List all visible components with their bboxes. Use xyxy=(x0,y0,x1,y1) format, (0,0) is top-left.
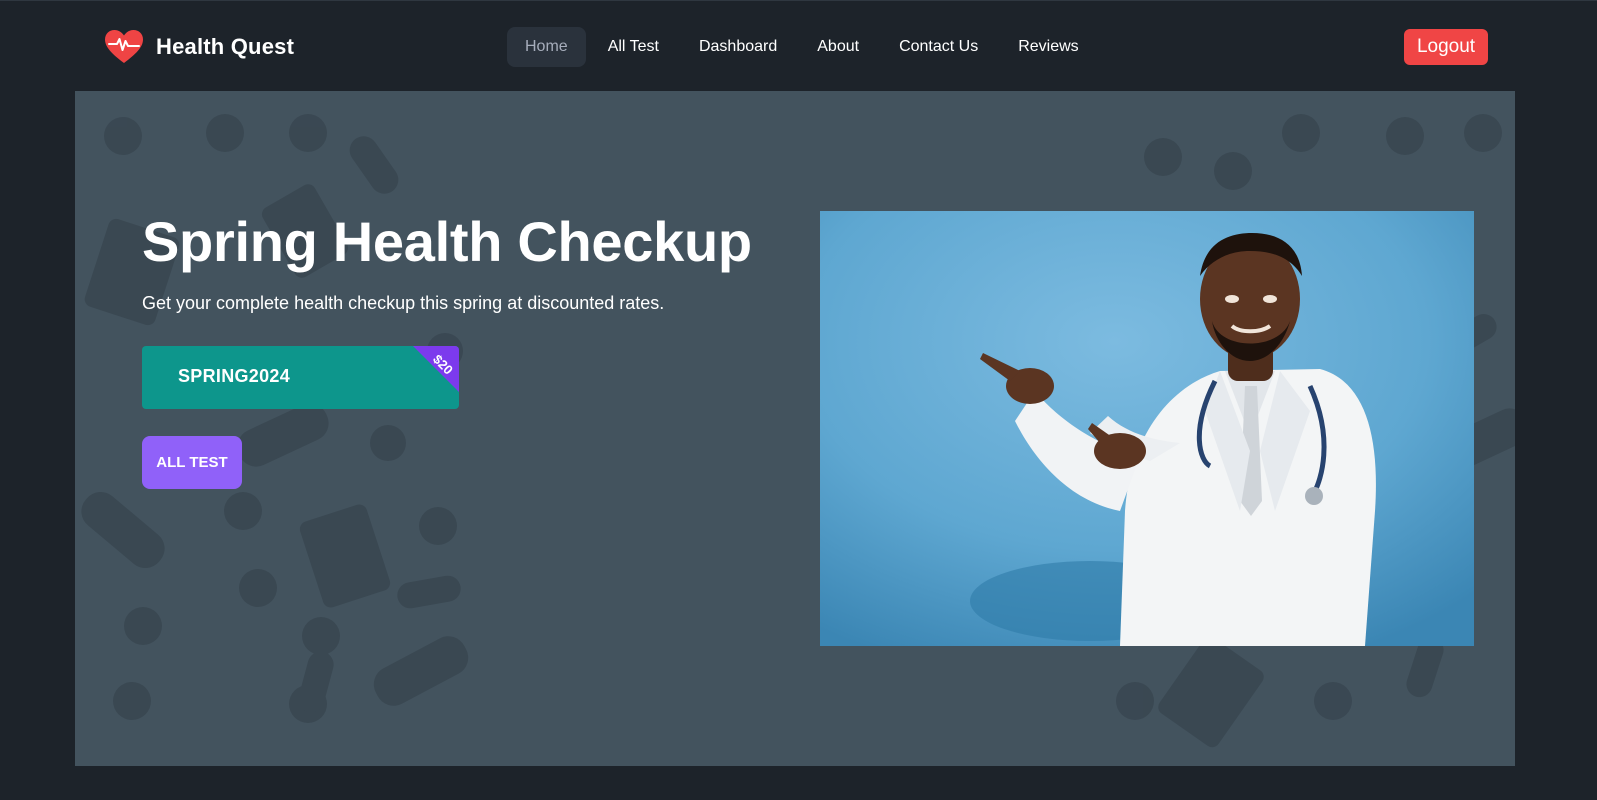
nav-item-reviews[interactable]: Reviews xyxy=(1000,27,1096,67)
nav-item-home[interactable]: Home xyxy=(507,27,586,67)
hero-title: Spring Health Checkup xyxy=(142,210,752,273)
brand-link[interactable]: Health Quest xyxy=(104,29,294,65)
coupon-card[interactable]: SPRING2024 $20 xyxy=(142,346,459,409)
hero-subtitle: Get your complete health checkup this sp… xyxy=(142,293,665,313)
heart-pulse-icon xyxy=(105,30,143,63)
coupon-code: SPRING2024 xyxy=(178,366,291,386)
nav-item-all-test[interactable]: All Test xyxy=(590,27,677,67)
logout-button[interactable]: Logout xyxy=(1404,29,1488,65)
nav-item-contact-us[interactable]: Contact Us xyxy=(881,27,996,67)
hero-banner: Spring Health Checkup Get your complete … xyxy=(75,91,1515,766)
all-test-button[interactable]: ALL TEST xyxy=(142,436,242,489)
hero-doctor-image xyxy=(820,211,1474,646)
nav-item-dashboard[interactable]: Dashboard xyxy=(681,27,795,67)
brand-name: Health Quest xyxy=(156,34,295,59)
doctor-pointing-photo xyxy=(820,211,1474,646)
navbar: Health Quest Home All Test Dashboard Abo… xyxy=(0,0,1597,92)
main-nav: Home All Test Dashboard About Contact Us… xyxy=(507,27,1097,67)
nav-item-about[interactable]: About xyxy=(799,27,877,67)
